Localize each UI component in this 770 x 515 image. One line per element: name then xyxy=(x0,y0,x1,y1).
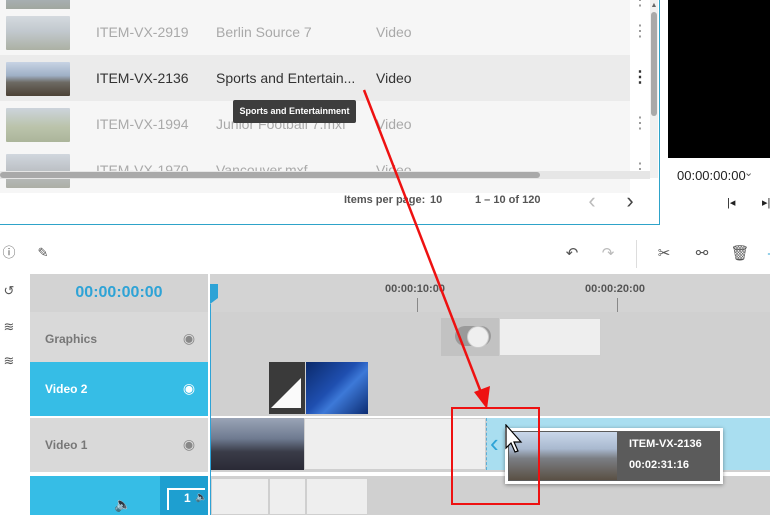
track-header-video-1[interactable]: Video 1 ◉ xyxy=(30,418,208,472)
ruler-tick xyxy=(617,298,618,312)
items-per-page-select[interactable]: 10 xyxy=(430,194,442,206)
pagination-range: 1 – 10 of 120 xyxy=(475,194,541,206)
track-name: Video 1 xyxy=(45,438,88,452)
asset-title: Berlin Source 7 xyxy=(216,24,312,40)
drag-preview-duration: 00:02:31:16 xyxy=(629,459,689,471)
asset-title: Sports and Entertain... xyxy=(216,70,356,86)
drag-preview-id: ITEM-VX-2136 xyxy=(629,438,702,450)
horizontal-scroll-thumb[interactable] xyxy=(0,172,540,178)
audio-clip[interactable] xyxy=(269,478,306,515)
more-options-icon[interactable]: ⋮ xyxy=(632,69,648,87)
video-preview[interactable] xyxy=(668,0,770,158)
eye-icon[interactable]: ◉ xyxy=(180,435,198,453)
asset-id: ITEM-VX-2919 xyxy=(96,24,189,40)
info-icon[interactable]: ⓘ xyxy=(0,244,18,262)
list-item[interactable]: ITEM-VX-2919 Berlin Source 7 Video ⋮ xyxy=(0,9,648,55)
title-tooltip: Sports and Entertainment xyxy=(233,100,356,123)
asset-thumbnail xyxy=(6,108,70,142)
list-item[interactable]: ITEM-VX-1970 Vancouver.mxf Video ⋮ xyxy=(0,147,648,193)
remove-layer-icon[interactable]: ≋ xyxy=(0,352,18,370)
redo-icon[interactable]: ↷ xyxy=(598,244,618,264)
asset-type: Video xyxy=(376,24,412,40)
track-name: Video 2 xyxy=(45,382,88,396)
more-options-icon[interactable]: ⋮ xyxy=(632,23,648,41)
track-name: Graphics xyxy=(45,332,98,346)
track-header-video-2[interactable]: Video 2 ◉ xyxy=(30,362,208,416)
volume-icon[interactable]: 🔈 xyxy=(114,496,131,513)
asset-type: Video xyxy=(376,70,412,86)
asset-id: ITEM-VX-1970 xyxy=(96,162,189,178)
track-header-graphics[interactable]: Graphics ◉ xyxy=(30,312,208,366)
add-layer-icon[interactable]: ≋ xyxy=(0,318,18,336)
scroll-up-icon[interactable]: ▲ xyxy=(650,2,658,10)
asset-thumbnail xyxy=(6,16,70,50)
video-clip[interactable] xyxy=(211,418,304,470)
frame-back-icon[interactable]: |◂ xyxy=(727,196,735,209)
audio-clip[interactable] xyxy=(306,478,368,515)
ruler-tick-label: 00:00:10:00 xyxy=(385,283,445,295)
previous-page-icon[interactable]: ‹ xyxy=(582,190,602,214)
asset-thumbnail xyxy=(6,62,70,96)
ruler-tick xyxy=(417,298,418,312)
audio-track-number: 1 xyxy=(184,491,191,505)
timeline-ruler[interactable] xyxy=(210,274,770,312)
zoom-out-icon[interactable]: – xyxy=(762,244,770,264)
ruler-tick-label: 00:00:20:00 xyxy=(585,283,645,295)
timeline-timecode[interactable]: 00:00:00:00 xyxy=(30,274,208,312)
asset-title: Vancouver.mxf xyxy=(216,162,308,178)
frame-forward-icon[interactable]: ▸| xyxy=(762,196,770,209)
asset-type: Video xyxy=(376,162,412,178)
audio-clip[interactable] xyxy=(211,478,269,515)
delete-icon[interactable]: 🗑 xyxy=(730,244,750,264)
eye-icon[interactable]: ◉ xyxy=(180,329,198,347)
asset-type: Video xyxy=(376,116,412,132)
items-per-page-label: Items per page: xyxy=(344,194,426,206)
more-options-icon[interactable]: ⋮ xyxy=(632,115,648,133)
toggle-knob[interactable] xyxy=(467,326,489,348)
graphics-clip[interactable] xyxy=(499,318,601,356)
asset-id: ITEM-VX-1994 xyxy=(96,116,189,132)
unlink-icon[interactable]: ⚯ xyxy=(692,244,712,264)
next-page-icon[interactable]: › xyxy=(620,190,640,214)
chevron-down-icon[interactable]: ⌄ xyxy=(744,166,753,179)
speaker-icon: 🔈 xyxy=(195,492,208,503)
history-icon[interactable]: ↺ xyxy=(0,282,18,300)
eye-icon[interactable]: ◉ xyxy=(180,379,198,397)
vertical-scroll-thumb[interactable] xyxy=(651,12,657,116)
undo-icon[interactable]: ↶ xyxy=(562,244,582,264)
more-options-icon[interactable]: ⋮ xyxy=(632,0,648,10)
playhead-line xyxy=(210,304,211,515)
cut-icon[interactable]: ✂ xyxy=(654,244,674,264)
list-item-selected[interactable]: ITEM-VX-2136 Sports and Entertain... Vid… xyxy=(0,55,648,101)
edit-icon[interactable]: ✎ xyxy=(34,244,52,262)
preview-timecode[interactable]: 00:00:00:00 xyxy=(677,168,746,183)
video-clip[interactable] xyxy=(306,362,368,414)
asset-id: ITEM-VX-2136 xyxy=(96,70,189,86)
highlight-box xyxy=(451,407,540,505)
toolbar-divider xyxy=(636,240,637,268)
